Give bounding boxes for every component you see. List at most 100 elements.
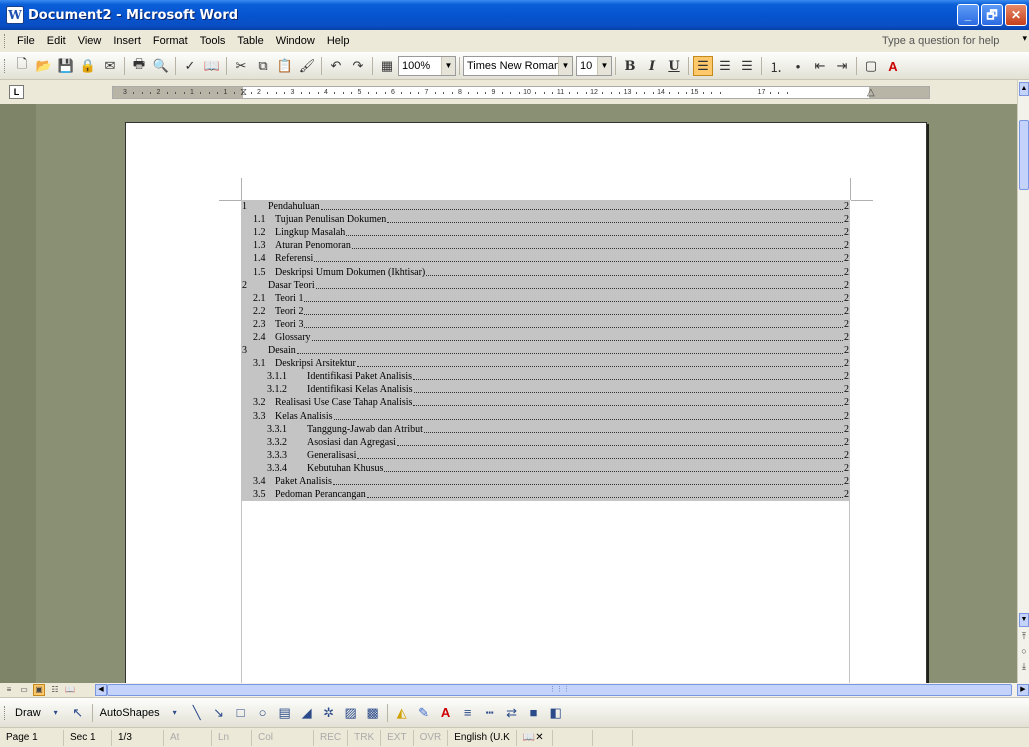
toc-entry[interactable]: 2.2 Teori 2 2 (241, 304, 850, 318)
toc-entry[interactable]: 3.3.1 Tanggung-Jawab dan Atribut 2 (241, 422, 850, 436)
toc-entry[interactable]: 2 Dasar Teori 2 (241, 278, 850, 292)
chevron-down-icon[interactable]: ▾ (46, 703, 66, 723)
spelling-status-icon[interactable]: 📖✕ (517, 729, 553, 746)
select-objects-icon[interactable]: ↖ (68, 703, 88, 723)
status-language[interactable]: English (U.K (448, 729, 517, 746)
fill-color-icon[interactable]: ◭ (392, 703, 412, 723)
toolbar-grip[interactable] (4, 59, 7, 73)
menu-format[interactable]: Format (147, 31, 194, 51)
left-indent-marker-icon[interactable]: ⧖ (240, 87, 247, 98)
scroll-down-icon[interactable]: ▼ (1019, 613, 1029, 627)
menu-insert[interactable]: Insert (107, 31, 147, 51)
save-icon[interactable]: 💾 (56, 56, 76, 76)
shadow-icon[interactable]: ■ (524, 703, 544, 723)
underline-button[interactable]: U (664, 56, 684, 76)
line-icon[interactable]: ╲ (187, 703, 207, 723)
menu-file[interactable]: File (11, 31, 41, 51)
select-browse-object-icon[interactable]: ○ (1018, 646, 1029, 656)
dash-style-icon[interactable]: ┅ (480, 703, 500, 723)
menu-tools[interactable]: Tools (194, 31, 232, 51)
status-ext[interactable]: EXT (381, 729, 414, 746)
normal-view-icon[interactable]: ≡ (3, 684, 15, 696)
paste-icon[interactable]: 📋 (275, 56, 295, 76)
font-name-dropdown[interactable]: Times New Roman ▼ (463, 56, 573, 76)
zoom-dropdown[interactable]: 100% ▼ (398, 56, 456, 76)
word-icon[interactable]: W (6, 6, 24, 24)
new-document-icon[interactable]: 🗋 (12, 56, 32, 76)
toc-entry[interactable]: 3.1.2 Identifikasi Kelas Analisis 2 (241, 383, 850, 397)
undo-icon[interactable]: ↶ (326, 56, 346, 76)
menu-window[interactable]: Window (270, 31, 321, 51)
clip-art-icon[interactable]: ▨ (341, 703, 361, 723)
tab-selector-button[interactable]: L (9, 85, 24, 99)
toc-entry[interactable]: 3.1 Deskripsi Arsitektur 2 (241, 357, 850, 371)
horizontal-ruler[interactable]: 3 2 1 1 2 3 4 5 6 7 8 9 10 11 12 13 14 15 17 ⧖ △ (112, 86, 930, 99)
arrow-icon[interactable]: ↘ (209, 703, 229, 723)
horizontal-scrollbar[interactable]: ◀ ⋮⋮⋮ ▶ (95, 683, 1029, 697)
outline-view-icon[interactable]: ☷ (49, 684, 61, 696)
menu-help[interactable]: Help (321, 31, 356, 51)
menu-view[interactable]: View (72, 31, 108, 51)
increase-indent-icon[interactable]: ⇥ (832, 56, 852, 76)
redo-icon[interactable]: ↷ (348, 56, 368, 76)
scroll-thumb[interactable]: ⋮⋮⋮ (107, 684, 1012, 696)
line-style-icon[interactable]: ≡ (458, 703, 478, 723)
borders-icon[interactable]: ▢ (861, 56, 881, 76)
bullets-icon[interactable]: • (788, 56, 808, 76)
scroll-up-icon[interactable]: ▲ (1019, 82, 1029, 96)
print-preview-icon[interactable]: 🔍 (151, 56, 171, 76)
numbering-icon[interactable]: ⒈ (766, 56, 786, 76)
toc-entry[interactable]: 3.3.3 Generalisasi 2 (241, 448, 850, 462)
email-icon[interactable]: ✉ (100, 56, 120, 76)
bold-button[interactable]: B (620, 56, 640, 76)
diagram-icon[interactable]: ✲ (319, 703, 339, 723)
menu-edit[interactable]: Edit (41, 31, 72, 51)
font-size-dropdown[interactable]: 10 ▼ (576, 56, 612, 76)
spelling-icon[interactable]: ✓ (180, 56, 200, 76)
table-of-contents[interactable]: 1 Pendahuluan 2 1.1 Tujuan Penulisan Dokumen… (241, 200, 850, 502)
toolbar-grip[interactable] (4, 34, 7, 48)
status-rec[interactable]: REC (314, 729, 349, 746)
previous-page-icon[interactable]: ⤒ (1018, 631, 1029, 642)
toc-entry[interactable]: 3 Desain 2 (241, 344, 850, 358)
copy-icon[interactable]: ⧉ (253, 56, 273, 76)
status-trk[interactable]: TRK (348, 729, 382, 746)
toc-entry[interactable]: 1.5 Deskripsi Umum Dokumen (Ikhtisar) 2 (241, 265, 850, 279)
oval-icon[interactable]: ○ (253, 703, 273, 723)
web-layout-icon[interactable]: ▭ (18, 684, 30, 696)
draw-menu-button[interactable]: Draw (11, 707, 45, 719)
toc-entry[interactable]: 1.3 Aturan Penomoran 2 (241, 239, 850, 253)
scroll-thumb[interactable] (1019, 120, 1029, 190)
toc-entry[interactable]: 2.4 Glossary 2 (241, 330, 850, 345)
vertical-scrollbar[interactable]: ▲ ▼ ⤒ ○ ⤓ (1017, 80, 1029, 683)
chevron-down-icon[interactable]: ▼ (441, 57, 455, 75)
chevron-down-icon[interactable]: ▾ (165, 703, 185, 723)
print-layout-icon[interactable]: ▣ (33, 684, 45, 696)
toc-entry[interactable]: 1.2 Lingkup Masalah 2 (241, 226, 850, 240)
close-button[interactable]: ✕ (1005, 4, 1027, 26)
justify-icon[interactable]: ☰ (737, 56, 757, 76)
scroll-left-icon[interactable]: ◀ (95, 684, 107, 696)
scroll-right-icon[interactable]: ▶ (1017, 684, 1029, 696)
toc-entry[interactable]: 2.1 Teori 1 2 (241, 291, 850, 305)
cut-icon[interactable]: ✂ (231, 56, 251, 76)
arrow-style-icon[interactable]: ⇄ (502, 703, 522, 723)
wordart-icon[interactable]: ◢ (297, 703, 317, 723)
print-icon[interactable]: 🖶 (129, 56, 149, 76)
3d-icon[interactable]: ◧ (546, 703, 566, 723)
chevron-down-icon[interactable]: ▾ (1022, 33, 1027, 44)
toc-entry[interactable]: 3.3 Kelas Analisis 2 (241, 409, 850, 423)
open-folder-icon[interactable]: 📂 (34, 56, 54, 76)
picture-icon[interactable]: ▩ (363, 703, 383, 723)
chevron-down-icon[interactable]: ▼ (597, 57, 611, 75)
reading-layout-icon[interactable]: 📖 (64, 684, 76, 696)
toc-entry[interactable]: 3.3.4 Kebutuhan Khusus 2 (241, 461, 850, 475)
italic-button[interactable]: I (642, 56, 662, 76)
text-box-icon[interactable]: ▤ (275, 703, 295, 723)
toc-entry[interactable]: 3.2 Realisasi Use Case Tahap Analisis 2 (241, 396, 850, 410)
toolbar-grip[interactable] (4, 705, 7, 720)
format-painter-icon[interactable]: 🖌 (297, 56, 317, 76)
chevron-down-icon[interactable]: ▼ (558, 57, 572, 75)
status-ovr[interactable]: OVR (414, 729, 449, 746)
decrease-indent-icon[interactable]: ⇤ (810, 56, 830, 76)
